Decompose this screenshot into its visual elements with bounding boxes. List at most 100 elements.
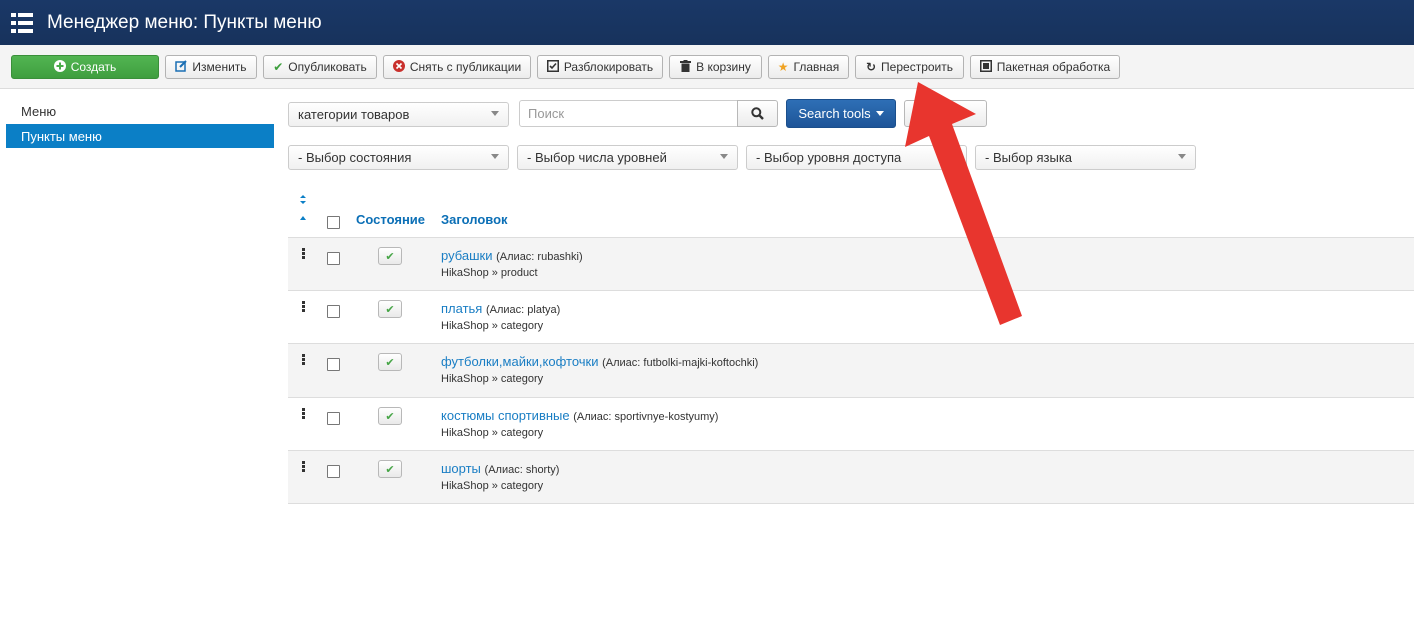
row-checkbox[interactable]	[327, 465, 340, 478]
sidebar-item-label: Пункты меню	[21, 128, 102, 144]
check-icon: ✔	[385, 463, 395, 476]
search-tools-button[interactable]: Search tools	[786, 99, 896, 128]
refresh-icon: ↻	[865, 60, 877, 74]
search-tools-label: Search tools	[798, 106, 871, 121]
row-checkbox[interactable]	[327, 252, 340, 265]
x-circle-icon	[392, 60, 405, 74]
table-row: ✔ рубашки (Алиас: rubashki) HikaShop » p…	[288, 237, 1414, 290]
published-toggle[interactable]: ✔	[378, 353, 402, 371]
search-input[interactable]	[519, 100, 738, 127]
published-toggle[interactable]: ✔	[378, 300, 402, 318]
chevron-down-icon	[491, 111, 499, 116]
chevron-down-icon	[491, 154, 499, 159]
item-type: HikaShop » product	[441, 267, 538, 279]
plus-circle-icon	[53, 60, 66, 74]
column-state-header[interactable]: Состояние	[356, 212, 425, 227]
drag-handle-icon[interactable]	[302, 408, 305, 420]
item-alias: (Алиас: platya)	[485, 304, 561, 316]
publish-button[interactable]: ✔ Опубликовать	[263, 55, 377, 79]
check-icon: ✔	[273, 60, 284, 74]
item-title-link[interactable]: рубашки	[441, 248, 493, 263]
check-icon: ✔	[385, 303, 395, 316]
select-all-checkbox[interactable]	[327, 216, 340, 229]
row-title-line: шорты (Алиас: shorty)	[441, 461, 559, 476]
checkin-button[interactable]: Разблокировать	[537, 55, 663, 79]
trash-icon	[680, 60, 692, 74]
item-type: HikaShop » category	[441, 480, 544, 492]
row-title-line: платья (Алиас: platya)	[441, 301, 560, 316]
table-row: ✔ платья (Алиас: platya) HikaShop » cate…	[288, 290, 1414, 343]
row-checkbox[interactable]	[327, 358, 340, 371]
item-alias: (Алиас: shorty)	[484, 464, 560, 476]
drag-handle-icon[interactable]	[302, 461, 305, 473]
menu-select[interactable]: категории товаров	[288, 102, 509, 127]
item-alias: (Алиас: futbolki-majki-koftochki)	[602, 357, 759, 369]
search-button[interactable]	[737, 100, 778, 127]
star-icon: ★	[777, 60, 789, 74]
check-icon: ✔	[385, 250, 395, 263]
create-button-label: Создать	[70, 60, 117, 74]
levels-filter-value: - Выбор числа уровней	[527, 150, 667, 165]
drag-handle-icon[interactable]	[302, 248, 305, 260]
page-header: Менеджер меню: Пункты меню	[0, 0, 1414, 45]
caret-down-icon	[875, 111, 884, 116]
state-filter-value: - Выбор состояния	[298, 150, 412, 165]
item-type: HikaShop » category	[441, 427, 544, 439]
published-toggle[interactable]: ✔	[378, 407, 402, 425]
item-alias: (Алиас: rubashki)	[496, 251, 583, 263]
unpublish-button-label: Снять с публикации	[409, 60, 522, 74]
sidebar-item-label: Меню	[21, 103, 57, 119]
chevron-down-icon	[720, 154, 728, 159]
unpublish-button[interactable]: Снять с публикации	[383, 55, 531, 79]
sidebar-item-menu-items[interactable]: Пункты меню	[6, 124, 274, 148]
access-filter-select[interactable]: - Выбор уровня доступа	[746, 145, 967, 170]
sidebar-item-menus[interactable]: Меню	[6, 99, 274, 123]
item-title-link[interactable]: шорты	[441, 461, 481, 476]
item-type: HikaShop » category	[441, 320, 544, 332]
table-row: ✔ футболки,майки,кофточки (Алиас: futbol…	[288, 343, 1414, 397]
drag-handle-icon[interactable]	[302, 354, 305, 366]
chevron-down-icon	[949, 154, 957, 159]
levels-filter-select[interactable]: - Выбор числа уровней	[517, 145, 738, 170]
row-title-line: костюмы спортивные (Алиас: sportivnye-ko…	[441, 408, 718, 423]
access-filter-value: - Выбор уровня доступа	[756, 150, 902, 165]
row-checkbox[interactable]	[327, 412, 340, 425]
table-bottom-border	[288, 503, 1414, 504]
item-type: HikaShop » category	[441, 373, 544, 385]
item-title-link[interactable]: костюмы спортивные	[441, 408, 570, 423]
edit-button[interactable]: Изменить	[165, 55, 257, 79]
trash-button-label: В корзину	[696, 60, 751, 74]
item-alias: (Алиас: sportivnye-kostyumy)	[573, 411, 719, 423]
rebuild-button-label: Перестроить	[881, 60, 953, 74]
drag-handle-icon[interactable]	[302, 301, 305, 313]
batch-button[interactable]: Пакетная обработка	[970, 55, 1120, 79]
checkin-button-label: Разблокировать	[563, 60, 654, 74]
home-button-label: Главная	[793, 60, 840, 74]
row-title-line: рубашки (Алиас: rubashki)	[441, 248, 583, 263]
item-title-link[interactable]: платья	[441, 301, 482, 316]
batch-button-label: Пакетная обработка	[996, 60, 1111, 74]
list-icon	[11, 12, 33, 33]
published-toggle[interactable]: ✔	[378, 460, 402, 478]
table-row: ✔ костюмы спортивные (Алиас: sportivnye-…	[288, 397, 1414, 450]
toolbar: Создать Изменить ✔ Опубликовать Снять с …	[0, 45, 1414, 89]
language-filter-value: - Выбор языка	[985, 150, 1073, 165]
table-row: ✔ шорты (Алиас: shorty) HikaShop » categ…	[288, 450, 1414, 503]
chevron-down-icon	[1178, 154, 1186, 159]
home-button[interactable]: ★ Главная	[768, 55, 849, 79]
edit-icon	[175, 60, 188, 74]
page-title: Менеджер меню: Пункты меню	[47, 11, 322, 33]
ordering-sort-icon[interactable]	[298, 195, 310, 225]
rebuild-button[interactable]: ↻ Перестроить	[855, 55, 964, 79]
state-filter-select[interactable]: - Выбор состояния	[288, 145, 509, 170]
trash-button[interactable]: В корзину	[669, 55, 762, 79]
create-button[interactable]: Создать	[11, 55, 159, 79]
clear-button[interactable]: ить	[904, 100, 987, 127]
menu-select-value: категории товаров	[298, 107, 410, 122]
item-title-link[interactable]: футболки,майки,кофточки	[441, 354, 598, 369]
clear-button-label: ить	[947, 106, 968, 121]
published-toggle[interactable]: ✔	[378, 247, 402, 265]
language-filter-select[interactable]: - Выбор языка	[975, 145, 1196, 170]
column-title-header[interactable]: Заголовок	[441, 212, 508, 227]
row-checkbox[interactable]	[327, 305, 340, 318]
